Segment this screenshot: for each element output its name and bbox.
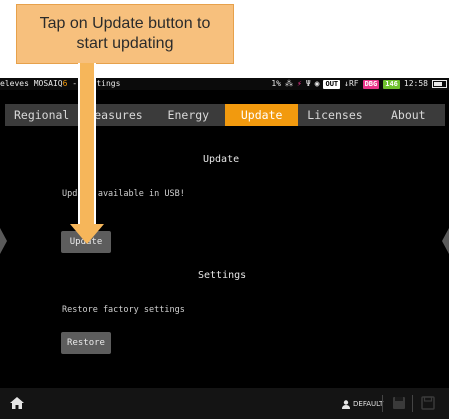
callout-line-1: Tap on Update button to [39, 15, 211, 32]
callout-arrow-head [70, 224, 104, 244]
save-as-icon[interactable] [421, 396, 435, 410]
out-badge: OUT [323, 79, 341, 89]
divider [412, 395, 413, 412]
settings-tabs: Regional Measures Energy Update Licenses… [5, 104, 445, 126]
status-indicators: 1% ⁂ ⚡ Ψ ◉ OUT ↓RF DBG 146 12:58 [271, 78, 447, 90]
window-title: eleves MOSAIQ6 - Settings [0, 79, 121, 88]
network-icon: ⁂ [285, 79, 293, 88]
restore-message: Restore factory settings [62, 305, 185, 315]
battery-icon [432, 80, 447, 88]
device-screen: eleves MOSAIQ6 - Settings 1% ⁂ ⚡ Ψ ◉ OUT… [0, 78, 449, 419]
status-bar: eleves MOSAIQ6 - Settings 1% ⁂ ⚡ Ψ ◉ OUT… [0, 78, 449, 90]
tab-energy[interactable]: Energy [152, 104, 225, 126]
callout-arrow-shaft [78, 63, 96, 225]
instruction-callout: Tap on Update button to start updating [16, 4, 234, 64]
clock: 12:58 [403, 79, 428, 88]
home-icon[interactable] [9, 395, 25, 411]
restore-button[interactable]: Restore [61, 332, 111, 354]
next-page-arrow-icon[interactable] [442, 228, 449, 254]
signal-value: 1% [271, 79, 281, 88]
settings-heading: Settings [198, 270, 247, 281]
previous-page-arrow-icon[interactable] [0, 228, 7, 254]
divider [382, 395, 383, 412]
update-heading: Update [203, 154, 240, 165]
profile-label: DEFAULT [353, 400, 384, 408]
record-icon: ◉ [314, 79, 320, 88]
dbg-badge: DBG [362, 79, 380, 89]
tab-about[interactable]: About [372, 104, 445, 126]
rf-indicator: ↓RF [344, 79, 359, 88]
save-icon[interactable] [392, 396, 406, 410]
tab-update[interactable]: Update [224, 104, 299, 126]
antenna-icon: Ψ [305, 79, 311, 88]
tab-regional[interactable]: Regional [5, 104, 78, 126]
callout-line-2: start updating [76, 35, 174, 52]
satellite-icon: ⚡ [297, 79, 302, 88]
count-badge: 146 [383, 79, 400, 89]
tab-licenses[interactable]: Licenses [298, 104, 371, 126]
user-icon [342, 399, 350, 409]
profile-selector[interactable]: DEFAULT [342, 398, 383, 410]
bottom-bar: DEFAULT [0, 388, 449, 419]
